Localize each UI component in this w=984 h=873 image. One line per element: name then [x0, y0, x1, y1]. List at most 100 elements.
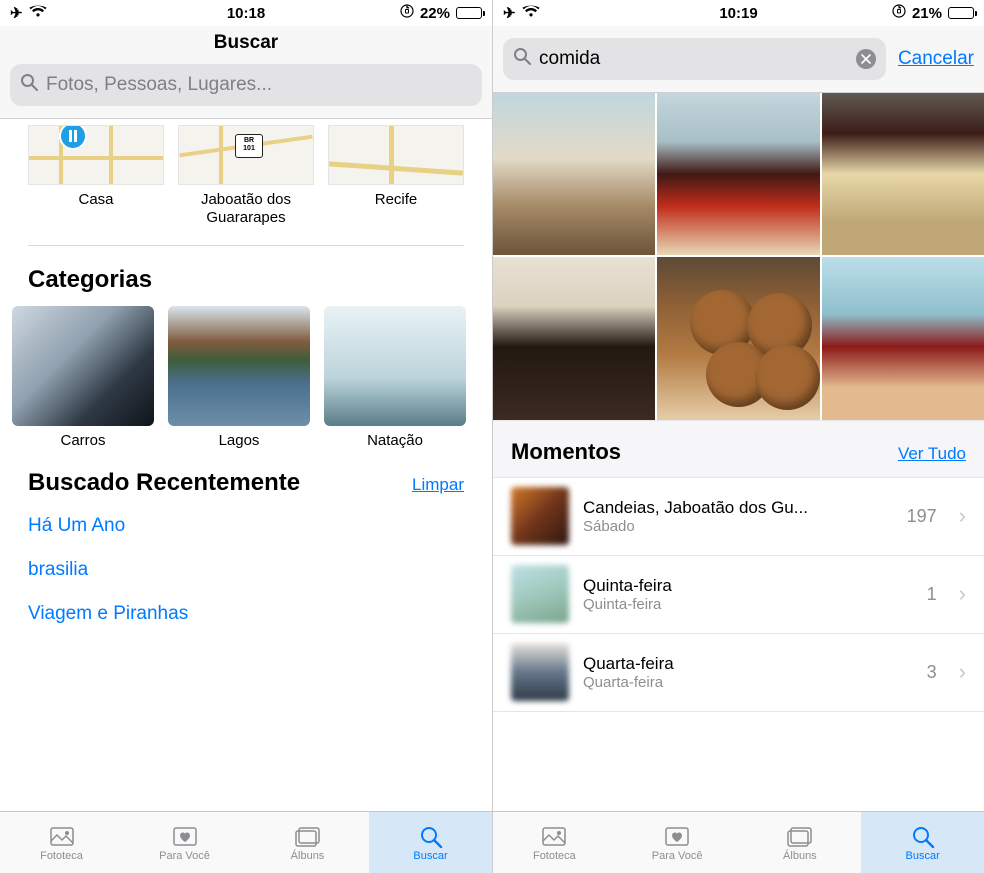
- heart-icon: [171, 824, 199, 848]
- tab-label: Álbuns: [783, 850, 817, 862]
- category-card[interactable]: Natação: [324, 306, 466, 449]
- clear-recent-button[interactable]: Limpar: [412, 475, 464, 495]
- tab-search[interactable]: Buscar: [861, 812, 984, 873]
- page-title: Buscar: [10, 32, 482, 54]
- category-label: Lagos: [168, 432, 310, 449]
- moment-title: Quarta-feira: [583, 654, 913, 674]
- search-icon: [20, 73, 38, 97]
- moment-row[interactable]: Quarta-feira Quarta-feira 3 ›: [493, 634, 984, 712]
- place-map-thumb: [28, 125, 164, 185]
- library-icon: [48, 824, 76, 848]
- chevron-right-icon: ›: [959, 503, 966, 529]
- albums-icon: [786, 824, 814, 848]
- clear-search-button[interactable]: [856, 49, 876, 69]
- see-all-button[interactable]: Ver Tudo: [898, 444, 966, 464]
- result-photo[interactable]: [493, 93, 655, 255]
- category-label: Natação: [324, 432, 466, 449]
- tab-label: Álbuns: [291, 850, 325, 862]
- tab-label: Para Você: [159, 850, 210, 862]
- category-card[interactable]: Carros: [12, 306, 154, 449]
- airplane-icon: ✈: [503, 4, 516, 22]
- tab-albums[interactable]: Álbuns: [246, 812, 369, 873]
- moment-title: Quinta-feira: [583, 576, 913, 596]
- search-input[interactable]: [46, 74, 472, 96]
- place-card[interactable]: BR101 Jaboatão dos Guararapes: [178, 125, 314, 227]
- recent-section: Buscado Recentemente Limpar Há Um Ano br…: [0, 449, 492, 625]
- search-bar[interactable]: [503, 38, 886, 80]
- rotation-lock-icon: [400, 4, 414, 22]
- wifi-icon: [522, 4, 540, 22]
- result-photo[interactable]: [822, 93, 984, 255]
- recent-search-item[interactable]: Há Um Ano: [28, 515, 464, 537]
- moment-count: 197: [907, 506, 937, 527]
- route-badge-icon: BR101: [235, 134, 263, 158]
- heart-icon: [663, 824, 691, 848]
- moments-header: Momentos Ver Tudo: [493, 420, 984, 478]
- tab-library[interactable]: Fototeca: [0, 812, 123, 873]
- tab-bar: Fototeca Para Você Álbuns Buscar: [493, 811, 984, 873]
- tab-for-you[interactable]: Para Você: [123, 812, 246, 873]
- category-thumb: [168, 306, 310, 426]
- tab-label: Buscar: [906, 850, 940, 862]
- places-row: Casa BR101 Jaboatão dos Guararapes Recif…: [0, 119, 492, 227]
- status-bar: ✈ 10:19 21%: [493, 0, 984, 26]
- library-icon: [540, 824, 568, 848]
- place-card[interactable]: Recife: [328, 125, 464, 227]
- status-battery-text: 21%: [912, 5, 942, 22]
- result-photo[interactable]: [657, 257, 819, 419]
- recent-search-item[interactable]: brasilia: [28, 559, 464, 581]
- tab-bar: Fototeca Para Você Álbuns Buscar: [0, 811, 492, 873]
- moment-sub: Quarta-feira: [583, 674, 913, 691]
- tab-library[interactable]: Fototeca: [493, 812, 616, 873]
- search-bar[interactable]: [10, 64, 482, 106]
- tab-label: Fototeca: [533, 850, 576, 862]
- airplane-icon: ✈: [10, 4, 23, 22]
- rotation-lock-icon: [892, 4, 906, 22]
- search-icon: [513, 47, 531, 71]
- moment-count: 1: [927, 584, 937, 605]
- recent-search-item[interactable]: Viagem e Piranhas: [28, 603, 464, 625]
- result-photo[interactable]: [657, 93, 819, 255]
- chevron-right-icon: ›: [959, 581, 966, 607]
- categories-section: Categorias Carros Lagos Natação: [0, 246, 492, 449]
- chevron-right-icon: ›: [959, 659, 966, 685]
- wifi-icon: [29, 4, 47, 22]
- results-grid: [493, 93, 984, 420]
- screen-results: ✈ 10:19 21% Cancelar: [492, 0, 984, 873]
- tab-label: Fototeca: [40, 850, 83, 862]
- status-time: 10:19: [719, 5, 757, 22]
- search-icon: [909, 824, 937, 848]
- moment-title: Candeias, Jaboatão dos Gu...: [583, 498, 893, 518]
- close-icon: [861, 54, 871, 64]
- moment-thumb: [511, 487, 569, 545]
- home-pin-icon: [59, 125, 87, 150]
- place-card[interactable]: Casa: [28, 125, 164, 227]
- moment-thumb: [511, 565, 569, 623]
- albums-icon: [294, 824, 322, 848]
- header: Cancelar: [493, 26, 984, 93]
- battery-icon: [948, 7, 974, 19]
- recent-title: Buscado Recentemente: [28, 469, 300, 497]
- category-thumb: [12, 306, 154, 426]
- search-input[interactable]: [539, 48, 848, 70]
- result-photo[interactable]: [493, 257, 655, 419]
- category-card[interactable]: Lagos: [168, 306, 310, 449]
- categories-title: Categorias: [28, 266, 152, 294]
- status-battery-text: 22%: [420, 5, 450, 22]
- battery-icon: [456, 7, 482, 19]
- result-photo[interactable]: [822, 257, 984, 419]
- place-label: Jaboatão dos Guararapes: [178, 191, 314, 227]
- search-icon: [417, 824, 445, 848]
- place-label: Casa: [28, 191, 164, 209]
- moment-row[interactable]: Candeias, Jaboatão dos Gu... Sábado 197 …: [493, 478, 984, 556]
- place-map-thumb: [328, 125, 464, 185]
- screen-browse: ✈ 10:18 22% Buscar: [0, 0, 492, 873]
- tab-label: Para Você: [652, 850, 703, 862]
- moment-sub: Sábado: [583, 518, 893, 535]
- tab-for-you[interactable]: Para Você: [616, 812, 739, 873]
- tab-search[interactable]: Buscar: [369, 812, 492, 873]
- cancel-button[interactable]: Cancelar: [898, 48, 974, 70]
- moment-sub: Quinta-feira: [583, 596, 913, 613]
- moment-row[interactable]: Quinta-feira Quinta-feira 1 ›: [493, 556, 984, 634]
- tab-albums[interactable]: Álbuns: [739, 812, 862, 873]
